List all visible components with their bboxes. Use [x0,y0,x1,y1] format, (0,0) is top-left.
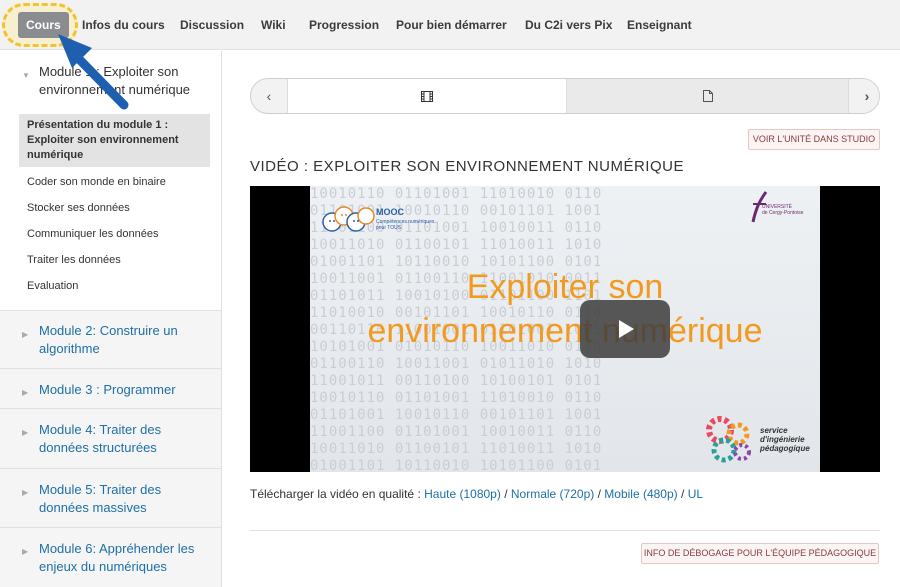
caret-right-icon: ▶ [22,488,29,497]
separator: / [597,487,601,501]
sidebar-module-title: Module 6: Appréhender les enjeux du numé… [39,541,195,574]
tab-progression[interactable]: Progression [309,12,379,38]
sequence-item-text[interactable] [567,79,849,113]
caret-right-icon: ▶ [22,330,29,339]
sidebar-module-2[interactable]: ▶ Module 2: Construire un algorithme [0,310,221,368]
sequence-nav: ‹ › [250,78,880,114]
course-outline-sidebar: ▼ Module 1 : Exploiter son environnement… [0,51,222,587]
university-name-line: de Cergy-Pontoise [762,210,804,216]
caret-right-icon: ▶ [22,428,29,437]
sidebar-item-communiquer[interactable]: Communiquer les données [27,228,158,240]
university-name: UNIVERSITÉ de Cergy-Pontoise [762,204,803,216]
chevron-left-icon: ‹ [266,88,272,104]
course-tabs-bar: Cours Infos du cours Discussion Wiki Pro… [0,0,900,50]
sidebar-module-title: Module 5: Traiter des données massives [39,482,162,515]
tab-enseignant[interactable]: Enseignant [627,12,692,38]
download-ul-link[interactable]: UL [688,487,703,501]
separator: / [681,487,685,501]
gears-logo [706,416,751,463]
view-in-studio-button[interactable]: VOIR L'UNITÉ DANS STUDIO [748,129,880,150]
tab-infos-du-cours[interactable]: Infos du cours [82,12,165,38]
mooc-logo [322,206,375,232]
sidebar-module-6[interactable]: ▶ Module 6: Appréhender les enjeux du nu… [0,527,221,587]
download-prefix: Télécharger la vidéo en qualité : [250,487,421,501]
caret-down-icon: ▼ [22,71,30,80]
service-label-line: service [760,426,788,435]
mooc-label: MOOC [376,207,404,217]
sidebar-module-title: Module 2: Construire un algorithme [39,323,178,356]
video-thumbnail: 10010110 01101001 11010010 0110 01101001… [310,186,820,472]
play-icon [619,320,634,338]
sidebar-module-4[interactable]: ▶ Module 4: Traiter des données structur… [0,408,221,468]
tab-discussion[interactable]: Discussion [180,12,244,38]
sidebar-item-stocker[interactable]: Stocker ses données [27,202,130,214]
sidebar-module-title: Module 3 : Programmer [39,382,176,397]
slide-title-line2: environnement numérique [367,312,763,350]
sidebar-module-title: Module 1 : Exploiter son environnement n… [39,64,191,97]
play-button[interactable] [580,300,670,358]
download-mobile-link[interactable]: Mobile (480p) [604,487,677,501]
download-normal-link[interactable]: Normale (720p) [511,487,594,501]
document-icon [702,90,713,102]
divider [250,530,880,531]
tab-wiki[interactable]: Wiki [261,12,286,38]
next-unit-button[interactable]: › [849,79,879,113]
mooc-subtitle-line: pour TOUS [376,225,402,231]
film-icon [421,90,433,102]
tab-du-c2i-vers-pix[interactable]: Du C2i vers Pix [525,12,612,38]
sidebar-item-evaluation[interactable]: Evaluation [27,280,78,292]
sidebar-item-presentation[interactable]: Présentation du module 1 : Exploiter son… [19,114,210,167]
sequence-item-video[interactable] [287,79,567,113]
sidebar-module-3[interactable]: ▶ Module 3 : Programmer [0,368,221,408]
service-label-line: pédagogique [760,444,810,453]
tab-cours[interactable]: Cours [18,12,69,38]
chevron-right-icon: › [864,88,870,104]
sidebar-item-traiter[interactable]: Traiter les données [27,254,121,266]
sidebar-item-coder[interactable]: Coder son monde en binaire [27,176,166,188]
tab-pour-bien-demarrer[interactable]: Pour bien démarrer [396,12,507,38]
sidebar-module-1[interactable]: ▼ Module 1 : Exploiter son environnement… [0,63,221,113]
download-links: Télécharger la vidéo en qualité : Haute … [250,487,703,501]
service-label-line: d'ingénierie [760,435,805,444]
service-label: service d'ingénierie pédagogique [760,426,810,453]
mooc-subtitle: Compétences numériques pour TOUS [376,219,434,231]
caret-right-icon: ▶ [22,547,29,556]
sidebar-module-5[interactable]: ▶ Module 5: Traiter des données massives [0,468,221,527]
separator: / [504,487,508,501]
slide-title-line1: Exploiter son [466,268,664,306]
previous-unit-button[interactable]: ‹ [251,79,287,113]
debug-info-button[interactable]: INFO DE DÉBOGAGE POUR L'ÉQUIPE PÉDAGOGIQ… [641,543,879,564]
page-title: VIDÉO : EXPLOITER SON ENVIRONNEMENT NUMÉ… [250,158,684,175]
video-player[interactable]: 10010110 01101001 11010010 0110 01101001… [250,186,880,472]
download-high-link[interactable]: Haute (1080p) [424,487,501,501]
caret-right-icon: ▶ [22,388,29,397]
sidebar-module-title: Module 4: Traiter des données structurée… [39,422,162,455]
